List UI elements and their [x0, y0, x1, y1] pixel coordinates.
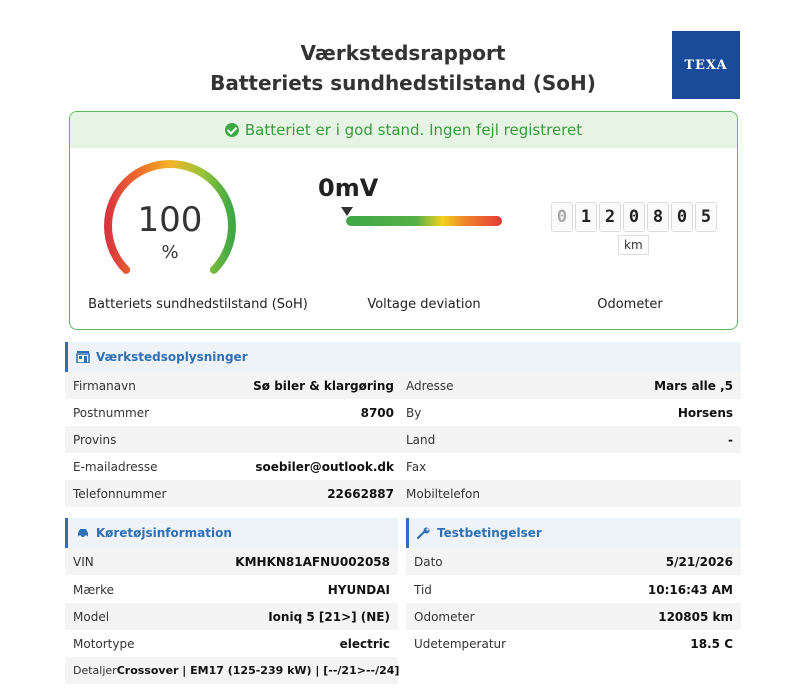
field-value: KMHKN81AFNU002058 [235, 554, 390, 569]
test-row: Odometer 120805 km [406, 603, 741, 630]
odometer-digit: 8 [647, 202, 669, 232]
odometer-digit: 0 [623, 202, 645, 232]
field-value: Ioniq 5 [21>] (NE) [268, 609, 390, 624]
workshop-row: Telefonnummer 22662887 [65, 480, 402, 507]
field-value: 120805 km [658, 609, 733, 624]
odometer-digit: 1 [575, 202, 597, 232]
voltage-marker [341, 207, 353, 216]
vehicle-section-title: Køretøjsinformation [96, 526, 232, 540]
vehicle-row: Motortype electric [65, 630, 398, 657]
field-label: Provins [73, 432, 117, 447]
check-circle-icon [224, 123, 239, 137]
field-label: By [406, 405, 422, 420]
odometer-digits: 0 1 2 0 8 0 5 [551, 202, 719, 232]
field-label: Mobiltelefon [406, 486, 480, 501]
workshop-row: Land - [398, 426, 741, 453]
field-label: E-mailadresse [73, 459, 158, 474]
workshop-row: Firmanavn Sø biler & klargøring [65, 372, 402, 399]
workshop-section-title: Værkstedsoplysninger [96, 350, 248, 364]
vehicle-section-header: Køretøjsinformation [65, 518, 398, 548]
field-label: Tid [414, 582, 432, 597]
summary-card: Batteriet er i god stand. Ingen fejl reg… [69, 111, 738, 330]
workshop-row: E-mailadresse soebiler@outlook.dk [65, 453, 402, 480]
workshop-row: Fax [398, 453, 741, 480]
odometer-digit: 5 [695, 202, 717, 232]
odometer-digit: 0 [671, 202, 693, 232]
odometer-unit: km [618, 235, 649, 255]
test-section-header: Testbetingelser [406, 518, 741, 548]
voltage-caption: Voltage deviation [367, 297, 481, 312]
workshop-row: Adresse Mars alle ,5 [398, 372, 741, 399]
field-label: Model [73, 609, 110, 624]
wrench-icon [417, 527, 430, 539]
workshop-row: Postnummer 8700 [65, 399, 402, 426]
field-value: Mars alle ,5 [654, 378, 733, 393]
field-value: - [728, 432, 733, 447]
odometer-digit: 2 [599, 202, 621, 232]
workshop-row: By Horsens [398, 399, 741, 426]
field-label: VIN [73, 554, 94, 569]
field-label: Dato [414, 554, 443, 569]
field-value: Sø biler & klargøring [253, 378, 394, 393]
field-value: 18.5 C [690, 636, 733, 651]
field-value: Crossover | EM17 (125-239 kW) | [--/21>-… [116, 664, 400, 677]
workshop-row: Provins [65, 426, 402, 453]
voltage-bar [346, 216, 502, 226]
field-label: Udetemperatur [414, 636, 507, 651]
test-row: Tid 10:16:43 AM [406, 576, 741, 603]
workshop-row: Mobiltelefon [398, 480, 741, 507]
field-value: 22662887 [327, 486, 394, 501]
field-label: Telefonnummer [73, 486, 167, 501]
field-label: Detaljer [73, 664, 117, 677]
car-icon [78, 529, 88, 539]
field-value: HYUNDAI [327, 582, 390, 597]
field-value: electric [339, 636, 390, 651]
test-row: Udetemperatur 18.5 C [406, 630, 741, 657]
field-label: Mærke [73, 582, 114, 597]
field-value: 5/21/2026 [665, 554, 733, 569]
workshop-section-header: Værkstedsoplysninger [65, 342, 741, 372]
field-label: Adresse [406, 378, 454, 393]
soh-caption: Batteriets sundhedstilstand (SoH) [88, 297, 308, 312]
status-banner: Batteriet er i god stand. Ingen fejl reg… [70, 112, 737, 148]
field-label: Motortype [73, 636, 135, 651]
vehicle-row: Detaljer Crossover | EM17 (125-239 kW) | … [65, 657, 400, 684]
logo-text: TEXA [684, 57, 728, 73]
field-label: Postnummer [73, 405, 150, 420]
building-icon [76, 351, 90, 363]
field-label: Fax [406, 459, 427, 474]
field-value: 10:16:43 AM [647, 582, 733, 597]
odometer-caption: Odometer [597, 297, 663, 312]
field-label: Firmanavn [73, 378, 136, 393]
field-value: 8700 [360, 405, 394, 420]
texa-logo: TEXA [672, 31, 740, 99]
odometer-digit: 0 [551, 202, 573, 232]
field-value: Horsens [677, 405, 733, 420]
soh-value: 100 [137, 200, 203, 240]
vehicle-row: Mærke HYUNDAI [65, 576, 398, 603]
field-value: soebiler@outlook.dk [255, 459, 394, 474]
voltage-value: 0mV [318, 174, 379, 202]
test-row: Dato 5/21/2026 [406, 548, 741, 575]
field-label: Odometer [414, 609, 475, 624]
test-section-title: Testbetingelser [437, 526, 542, 540]
soh-unit: % [161, 242, 179, 263]
status-message: Batteriet er i god stand. Ingen fejl reg… [244, 121, 583, 139]
vehicle-row: VIN KMHKN81AFNU002058 [65, 548, 398, 575]
vehicle-row: Model Ioniq 5 [21>] (NE) [65, 603, 398, 630]
field-label: Land [406, 432, 436, 447]
